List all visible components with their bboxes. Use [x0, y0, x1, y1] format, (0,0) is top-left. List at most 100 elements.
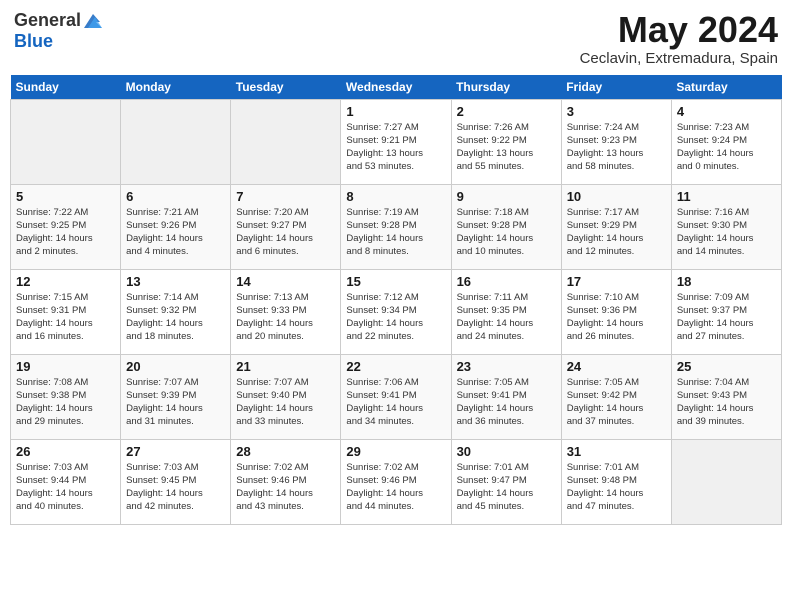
day-number: 16	[457, 274, 556, 289]
day-info: Sunrise: 7:09 AM Sunset: 9:37 PM Dayligh…	[677, 291, 776, 344]
calendar-cell: 26 Sunrise: 7:03 AM Sunset: 9:44 PM Dayli…	[11, 439, 121, 524]
day-number: 15	[346, 274, 445, 289]
day-number: 24	[567, 359, 666, 374]
day-number: 4	[677, 104, 776, 119]
day-number: 12	[16, 274, 115, 289]
day-number: 14	[236, 274, 335, 289]
day-number: 10	[567, 189, 666, 204]
day-number: 26	[16, 444, 115, 459]
week-row-4: 19 Sunrise: 7:08 AM Sunset: 9:38 PM Dayli…	[11, 354, 782, 439]
calendar-cell: 9Sunrise: 7:18 AM Sunset: 9:28 PM Daylig…	[451, 184, 561, 269]
day-info: Sunrise: 7:07 AM Sunset: 9:40 PM Dayligh…	[236, 376, 335, 429]
day-info: Sunrise: 7:01 AM Sunset: 9:47 PM Dayligh…	[457, 461, 556, 514]
calendar-cell: 29 Sunrise: 7:02 AM Sunset: 9:46 PM Dayli…	[341, 439, 451, 524]
day-info: Sunrise: 7:23 AM Sunset: 9:24 PM Dayligh…	[677, 121, 776, 174]
day-info: Sunrise: 7:13 AM Sunset: 9:33 PM Dayligh…	[236, 291, 335, 344]
day-number: 11	[677, 189, 776, 204]
calendar-cell: 8 Sunrise: 7:19 AM Sunset: 9:28 PM Daylig…	[341, 184, 451, 269]
day-number: 18	[677, 274, 776, 289]
day-info: Sunrise: 7:18 AM Sunset: 9:28 PM Dayligh…	[457, 206, 556, 259]
day-number: 31	[567, 444, 666, 459]
day-number: 2	[457, 104, 556, 119]
day-info: Sunrise: 7:03 AM Sunset: 9:45 PM Dayligh…	[126, 461, 225, 514]
day-info: Sunrise: 7:15 AM Sunset: 9:31 PM Dayligh…	[16, 291, 115, 344]
calendar-cell: 6Sunrise: 7:21 AM Sunset: 9:26 PM Daylig…	[121, 184, 231, 269]
weekday-header-monday: Monday	[121, 75, 231, 100]
week-row-3: 12 Sunrise: 7:15 AM Sunset: 9:31 PM Dayli…	[11, 269, 782, 354]
calendar-cell: 30 Sunrise: 7:01 AM Sunset: 9:47 PM Dayli…	[451, 439, 561, 524]
logo-general: General	[14, 11, 81, 31]
logo-blue: Blue	[14, 32, 104, 52]
day-number: 28	[236, 444, 335, 459]
day-number: 3	[567, 104, 666, 119]
day-info: Sunrise: 7:16 AM Sunset: 9:30 PM Dayligh…	[677, 206, 776, 259]
title-block: May 2024 Ceclavin, Extremadura, Spain	[580, 10, 778, 67]
weekday-header-tuesday: Tuesday	[231, 75, 341, 100]
weekday-header-wednesday: Wednesday	[341, 75, 451, 100]
logo: General Blue	[14, 10, 104, 52]
calendar-cell: 12 Sunrise: 7:15 AM Sunset: 9:31 PM Dayli…	[11, 269, 121, 354]
week-row-5: 26 Sunrise: 7:03 AM Sunset: 9:44 PM Dayli…	[11, 439, 782, 524]
calendar-cell: 18 Sunrise: 7:09 AM Sunset: 9:37 PM Dayli…	[671, 269, 781, 354]
calendar-cell: 11 Sunrise: 7:16 AM Sunset: 9:30 PM Dayli…	[671, 184, 781, 269]
day-info: Sunrise: 7:17 AM Sunset: 9:29 PM Dayligh…	[567, 206, 666, 259]
day-number: 21	[236, 359, 335, 374]
day-info: Sunrise: 7:24 AM Sunset: 9:23 PM Dayligh…	[567, 121, 666, 174]
day-info: Sunrise: 7:03 AM Sunset: 9:44 PM Dayligh…	[16, 461, 115, 514]
day-number: 7	[236, 189, 335, 204]
day-info: Sunrise: 7:21 AM Sunset: 9:26 PM Dayligh…	[126, 206, 225, 259]
location: Ceclavin, Extremadura, Spain	[580, 50, 778, 67]
week-row-1: 1 Sunrise: 7:27 AM Sunset: 9:21 PM Daylig…	[11, 99, 782, 184]
day-info: Sunrise: 7:12 AM Sunset: 9:34 PM Dayligh…	[346, 291, 445, 344]
calendar-cell: 27 Sunrise: 7:03 AM Sunset: 9:45 PM Dayli…	[121, 439, 231, 524]
calendar-cell	[121, 99, 231, 184]
weekday-header-thursday: Thursday	[451, 75, 561, 100]
day-number: 22	[346, 359, 445, 374]
day-number: 19	[16, 359, 115, 374]
calendar-cell: 13 Sunrise: 7:14 AM Sunset: 9:32 PM Dayli…	[121, 269, 231, 354]
calendar-cell: 14 Sunrise: 7:13 AM Sunset: 9:33 PM Dayli…	[231, 269, 341, 354]
day-number: 29	[346, 444, 445, 459]
calendar-cell: 25Sunrise: 7:04 AM Sunset: 9:43 PM Dayli…	[671, 354, 781, 439]
calendar-cell: 21 Sunrise: 7:07 AM Sunset: 9:40 PM Dayli…	[231, 354, 341, 439]
calendar-table: SundayMondayTuesdayWednesdayThursdayFrid…	[10, 75, 782, 525]
day-number: 20	[126, 359, 225, 374]
calendar-cell: 24 Sunrise: 7:05 AM Sunset: 9:42 PM Dayli…	[561, 354, 671, 439]
weekday-header-saturday: Saturday	[671, 75, 781, 100]
calendar-cell	[671, 439, 781, 524]
day-number: 13	[126, 274, 225, 289]
calendar-cell: 15 Sunrise: 7:12 AM Sunset: 9:34 PM Dayli…	[341, 269, 451, 354]
calendar-cell: 28Sunrise: 7:02 AM Sunset: 9:46 PM Dayli…	[231, 439, 341, 524]
day-number: 25	[677, 359, 776, 374]
day-number: 27	[126, 444, 225, 459]
day-number: 30	[457, 444, 556, 459]
calendar-cell: 4 Sunrise: 7:23 AM Sunset: 9:24 PM Daylig…	[671, 99, 781, 184]
day-info: Sunrise: 7:14 AM Sunset: 9:32 PM Dayligh…	[126, 291, 225, 344]
calendar-cell: 5Sunrise: 7:22 AM Sunset: 9:25 PM Daylig…	[11, 184, 121, 269]
day-number: 17	[567, 274, 666, 289]
week-row-2: 5Sunrise: 7:22 AM Sunset: 9:25 PM Daylig…	[11, 184, 782, 269]
calendar-cell: 2 Sunrise: 7:26 AM Sunset: 9:22 PM Daylig…	[451, 99, 561, 184]
day-number: 8	[346, 189, 445, 204]
calendar-cell: 3 Sunrise: 7:24 AM Sunset: 9:23 PM Daylig…	[561, 99, 671, 184]
day-number: 5	[16, 189, 115, 204]
calendar-cell	[11, 99, 121, 184]
month-title: May 2024	[580, 10, 778, 50]
weekday-header-row: SundayMondayTuesdayWednesdayThursdayFrid…	[11, 75, 782, 100]
calendar-cell	[231, 99, 341, 184]
calendar-cell: 19 Sunrise: 7:08 AM Sunset: 9:38 PM Dayli…	[11, 354, 121, 439]
day-info: Sunrise: 7:02 AM Sunset: 9:46 PM Dayligh…	[346, 461, 445, 514]
calendar-cell: 23Sunrise: 7:05 AM Sunset: 9:41 PM Dayli…	[451, 354, 561, 439]
day-number: 1	[346, 104, 445, 119]
day-info: Sunrise: 7:27 AM Sunset: 9:21 PM Dayligh…	[346, 121, 445, 174]
day-info: Sunrise: 7:11 AM Sunset: 9:35 PM Dayligh…	[457, 291, 556, 344]
day-info: Sunrise: 7:01 AM Sunset: 9:48 PM Dayligh…	[567, 461, 666, 514]
day-info: Sunrise: 7:08 AM Sunset: 9:38 PM Dayligh…	[16, 376, 115, 429]
day-info: Sunrise: 7:26 AM Sunset: 9:22 PM Dayligh…	[457, 121, 556, 174]
day-info: Sunrise: 7:19 AM Sunset: 9:28 PM Dayligh…	[346, 206, 445, 259]
calendar-cell: 22Sunrise: 7:06 AM Sunset: 9:41 PM Dayli…	[341, 354, 451, 439]
weekday-header-sunday: Sunday	[11, 75, 121, 100]
page-header: General Blue May 2024 Ceclavin, Extremad…	[10, 10, 782, 67]
day-number: 23	[457, 359, 556, 374]
day-info: Sunrise: 7:05 AM Sunset: 9:42 PM Dayligh…	[567, 376, 666, 429]
